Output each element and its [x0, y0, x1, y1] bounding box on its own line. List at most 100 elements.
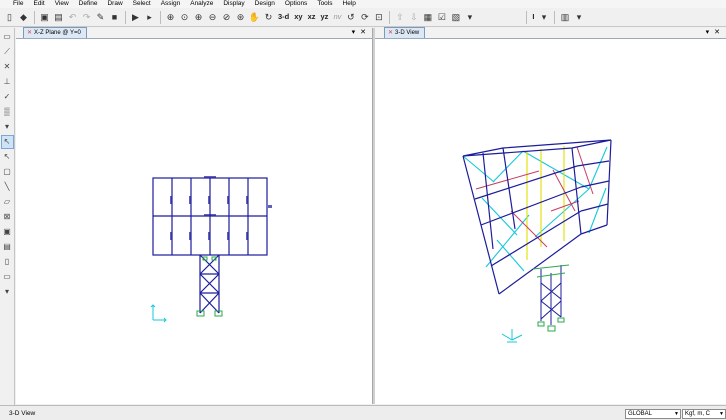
member-label	[170, 196, 172, 204]
bottom-front-beam	[498, 233, 582, 295]
menu-display[interactable]: Display	[218, 0, 249, 8]
lock-icon[interactable]: ■	[108, 10, 121, 24]
status-bar: 3-D View GLOBAL ▼ Kgf, m, C ▼	[0, 405, 726, 420]
back-right-column	[606, 139, 612, 226]
draw-frame-icon[interactable]: ▭	[1, 30, 14, 44]
menu-draw[interactable]: Draw	[102, 0, 127, 8]
draw-point-icon[interactable]: ▢	[1, 165, 14, 179]
quick-solid-icon[interactable]: ▯	[1, 255, 14, 269]
draw-cable-icon[interactable]: ⟋	[1, 45, 14, 59]
view-nv-button[interactable]: nv	[331, 10, 343, 24]
draw-brace-icon[interactable]: ✕	[1, 60, 14, 74]
zoom-out-icon[interactable]: ⊖	[206, 10, 219, 24]
member-label	[246, 196, 248, 204]
check-icon[interactable]: ☑	[435, 10, 448, 24]
menu-design[interactable]: Design	[250, 0, 280, 8]
pane-tab-xz[interactable]: ✕ X-Z Plane @ Y=0	[23, 27, 87, 38]
zoom-previous-icon[interactable]: ⊘	[220, 10, 233, 24]
coord-system-value: GLOBAL	[628, 411, 653, 417]
new-file-icon[interactable]: ▯	[3, 10, 16, 24]
menu-assign[interactable]: Assign	[156, 0, 186, 8]
run-analysis-icon[interactable]: ▶	[129, 10, 142, 24]
undo-icon[interactable]: ↶	[66, 10, 79, 24]
open-icon[interactable]: ◆	[17, 10, 30, 24]
menu-help[interactable]: Help	[338, 0, 361, 8]
pane-title: X-Z Plane @ Y=0	[34, 30, 81, 36]
pane-tab-3d[interactable]: ✕ 3-D View	[384, 27, 426, 38]
menu-define[interactable]: Define	[74, 0, 103, 8]
mid-side-beam	[580, 180, 610, 188]
draw-line-icon[interactable]: ╲	[1, 180, 14, 194]
menu-select[interactable]: Select	[128, 0, 156, 8]
axis-y-line	[511, 334, 523, 341]
redo-icon[interactable]: ↷	[80, 10, 93, 24]
more-tools-icon[interactable]: ▾	[1, 120, 14, 134]
pane-close-icon[interactable]: ✕	[360, 27, 366, 38]
menu-edit[interactable]: Edit	[28, 0, 49, 8]
draw-poly-area-icon[interactable]: ▱	[1, 195, 14, 209]
member-label	[189, 196, 191, 204]
rotate-view-icon[interactable]: ↻	[262, 10, 275, 24]
3d-view-canvas[interactable]	[375, 39, 726, 404]
perspective-icon[interactable]: ↺	[344, 10, 357, 24]
units-select[interactable]: Kgf, m, C ▼	[682, 409, 726, 419]
zoom-restore-icon[interactable]: ⊙	[178, 10, 191, 24]
menu-view[interactable]: View	[50, 0, 74, 8]
menu-file[interactable]: File	[8, 0, 28, 8]
more-tools-icon[interactable]: ▾	[1, 285, 14, 299]
view-xy-button[interactable]: xy	[292, 10, 304, 24]
dropdown-arrow-icon[interactable]: ▾	[572, 10, 585, 24]
view-xz-button[interactable]: xz	[306, 10, 318, 24]
menu-analyze[interactable]: Analyze	[185, 0, 218, 8]
view-3d-button[interactable]: 3-d	[276, 10, 291, 24]
zoom-in-icon[interactable]: ⊕	[192, 10, 205, 24]
member-label	[170, 232, 172, 240]
dropdown-arrow-icon[interactable]: ▾	[537, 10, 550, 24]
main-toolbar: ▯ ◆ ▣ ▤ ↶ ↷ ✎ ■ ▶ ▸ ⊕ ⊙ ⊕ ⊖ ⊘ ⊛ ✋ ↻ 3-d …	[0, 8, 726, 27]
move-up-icon[interactable]: ⇧	[393, 10, 406, 24]
3d-view-icon: ✕	[388, 30, 394, 36]
left-toolbar: ▭ ⟋ ✕ ⊥ ✓ ▒ ▾ ↖ ↖ ▢ ╲ ▱ ⊠ ▣ ▤ ▯ ▭ ▾	[0, 28, 15, 405]
pan-icon[interactable]: ✋	[248, 10, 261, 24]
draw-rect-area-icon[interactable]: ⊠	[1, 210, 14, 224]
pane-menu-arrow-icon[interactable]: ▾	[706, 27, 710, 38]
plane-view-icon: ✕	[27, 30, 33, 36]
show-tables-icon[interactable]: ▥	[558, 10, 571, 24]
move-down-icon[interactable]: ⇩	[407, 10, 420, 24]
set-view-icon[interactable]: ⊡	[372, 10, 385, 24]
menu-options[interactable]: Options	[280, 0, 312, 8]
print-icon[interactable]: ▤	[52, 10, 65, 24]
3d-axis-icon	[501, 329, 523, 343]
brace-member	[462, 155, 495, 183]
run-step-icon[interactable]: ▸	[143, 10, 156, 24]
diagonal-member	[510, 210, 548, 248]
top-face	[462, 139, 612, 157]
pane-menu-arrow-icon[interactable]: ▾	[352, 27, 356, 38]
view-yz-button[interactable]: yz	[319, 10, 331, 24]
pane-title: 3-D View	[395, 30, 420, 36]
pane-close-icon[interactable]: ✕	[714, 27, 720, 38]
section-cut-button[interactable]: I	[530, 10, 536, 24]
display-options-icon[interactable]: ▧	[449, 10, 462, 24]
xz-plane-canvas[interactable]	[16, 39, 372, 404]
save-icon[interactable]: ▣	[38, 10, 51, 24]
quick-area-icon[interactable]: ▣	[1, 225, 14, 239]
coord-system-select[interactable]: GLOBAL ▼	[625, 409, 681, 419]
zoom-window-icon[interactable]: ⊕	[164, 10, 177, 24]
draw-support-icon[interactable]: ✓	[1, 90, 14, 104]
menu-tools[interactable]: Tools	[312, 0, 337, 8]
draw-tendon-icon[interactable]: ▭	[1, 270, 14, 284]
grid-icon[interactable]: ▦	[421, 10, 434, 24]
draw-area-icon[interactable]: ▒	[1, 105, 14, 119]
member-label	[208, 232, 210, 240]
draw-link-icon[interactable]: ⊥	[1, 75, 14, 89]
select-pointer-icon[interactable]: ↖	[0, 135, 14, 149]
zoom-fit-icon[interactable]: ⊛	[234, 10, 247, 24]
edit-pencil-icon[interactable]: ✎	[94, 10, 107, 24]
draw-solid-icon[interactable]: ▤	[1, 240, 14, 254]
member-label	[204, 214, 216, 216]
support-markers	[196, 256, 223, 317]
refresh-icon[interactable]: ⟳	[358, 10, 371, 24]
dropdown-arrow-icon[interactable]: ▾	[463, 10, 476, 24]
reshape-icon[interactable]: ↖	[1, 150, 14, 164]
